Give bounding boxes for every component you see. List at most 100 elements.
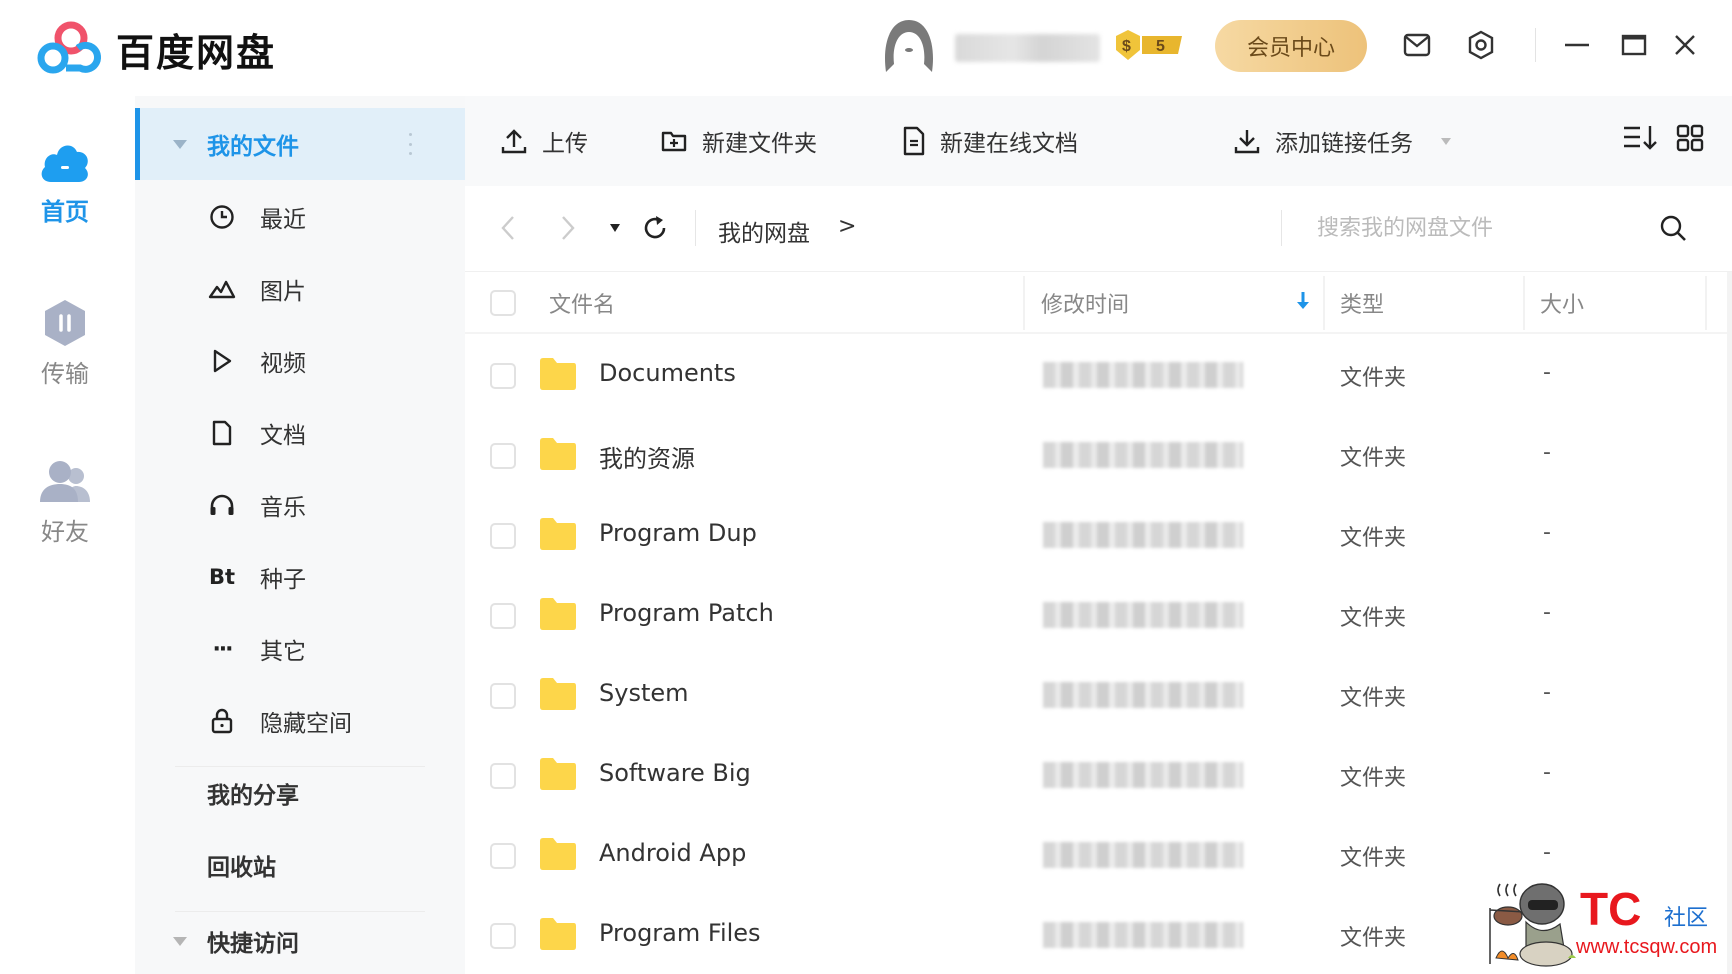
table-row[interactable]: Software Big 文件夹 - <box>465 736 1732 816</box>
column-header-name[interactable]: 文件名 <box>549 272 615 334</box>
new-online-doc-button[interactable]: 新建在线文档 <box>902 120 1078 162</box>
file-name[interactable]: Program Patch <box>599 599 774 627</box>
caret-down-icon[interactable] <box>173 936 187 946</box>
navigation-bar: 我的网盘 > <box>465 186 1732 272</box>
minimize-button[interactable] <box>1560 28 1594 62</box>
row-checkbox[interactable] <box>490 763 516 789</box>
settings-button[interactable] <box>1464 28 1498 62</box>
sidebar-item-recent[interactable]: 最近 <box>135 182 465 252</box>
file-name[interactable]: Software Big <box>599 759 751 787</box>
dropdown-arrow-icon[interactable] <box>1441 137 1451 145</box>
file-type: 文件夹 <box>1340 686 1407 711</box>
table-row[interactable]: System 文件夹 - <box>465 656 1732 736</box>
close-button[interactable] <box>1668 28 1702 62</box>
maximize-button[interactable] <box>1617 28 1651 62</box>
table-row[interactable]: Documents 文件夹 - <box>465 336 1732 416</box>
search-button[interactable] <box>1655 210 1691 246</box>
grid-view-button[interactable] <box>1670 118 1710 158</box>
image-icon <box>207 274 237 304</box>
row-checkbox[interactable] <box>490 843 516 869</box>
document-icon <box>207 418 237 448</box>
column-header-modified[interactable]: 修改时间 <box>1041 272 1129 334</box>
close-icon <box>1675 35 1695 55</box>
file-type: 文件夹 <box>1340 926 1407 951</box>
modified-time <box>1043 842 1243 868</box>
upload-button[interactable]: 上传 <box>500 120 588 162</box>
table-header: 文件名 修改时间 类型 大小 <box>465 272 1732 334</box>
refresh-icon <box>644 216 666 239</box>
sort-descending-icon[interactable] <box>1295 290 1311 312</box>
sidebar-item-my-files[interactable]: 我的文件 <box>135 108 465 180</box>
breadcrumb-my-netdisk[interactable]: 我的网盘 <box>718 214 810 248</box>
forward-button[interactable] <box>550 210 586 246</box>
nav-home-label: 首页 <box>41 198 89 226</box>
sidebar-item-my-share[interactable]: 我的分享 <box>135 758 465 828</box>
add-link-task-button[interactable]: 添加链接任务 <box>1233 120 1451 162</box>
new-folder-button[interactable]: 新建文件夹 <box>660 120 817 162</box>
sidebar-item-recycle-bin[interactable]: 回收站 <box>135 830 465 900</box>
table-row[interactable]: Program Patch 文件夹 - <box>465 576 1732 656</box>
file-name[interactable]: System <box>599 679 689 707</box>
column-header-type[interactable]: 类型 <box>1340 272 1384 334</box>
grid-view-icon <box>1676 124 1704 152</box>
modified-time <box>1043 922 1243 948</box>
nav-friends-label: 好友 <box>41 518 89 546</box>
new-folder-icon <box>661 131 687 152</box>
table-row[interactable]: Program Dup 文件夹 - <box>465 496 1732 576</box>
caret-down-icon <box>610 224 620 232</box>
column-divider[interactable] <box>1023 276 1025 330</box>
sort-button[interactable] <box>1620 118 1660 158</box>
avatar[interactable] <box>878 14 940 76</box>
sidebar: 我的文件 最近 图片 视频 文档 音乐 Bt 种子 ··· 其它 隐藏空间 我的… <box>135 96 465 974</box>
column-divider[interactable] <box>1705 276 1707 330</box>
folder-icon <box>540 358 576 390</box>
sidebar-item-torrents[interactable]: Bt 种子 <box>135 542 465 612</box>
column-divider[interactable] <box>1323 276 1325 330</box>
file-size: - <box>1543 520 1551 545</box>
file-size: - <box>1543 840 1551 865</box>
row-checkbox[interactable] <box>490 443 516 469</box>
headphones-icon <box>207 490 237 520</box>
table-row[interactable]: 我的资源 文件夹 - <box>465 416 1732 496</box>
sidebar-item-images[interactable]: 图片 <box>135 254 465 324</box>
folder-icon <box>540 518 576 550</box>
sidebar-item-quick-access[interactable]: 快捷访问 <box>135 906 465 974</box>
scrollbar[interactable] <box>1727 272 1732 974</box>
history-dropdown-button[interactable] <box>597 210 633 246</box>
file-type: 文件夹 <box>1340 446 1407 471</box>
nav-home[interactable]: 首页 <box>0 138 130 227</box>
file-name[interactable]: Android App <box>599 839 746 867</box>
search-input[interactable] <box>1317 206 1657 250</box>
nav-friends[interactable]: 好友 <box>0 458 130 547</box>
file-name[interactable]: Documents <box>599 359 736 387</box>
app-title: 百度网盘 <box>116 31 277 75</box>
mail-button[interactable] <box>1400 28 1434 62</box>
nav-transfer[interactable]: 传输 <box>0 298 130 389</box>
file-name[interactable]: Program Dup <box>599 519 757 547</box>
row-checkbox[interactable] <box>490 923 516 949</box>
sidebar-item-documents[interactable]: 文档 <box>135 398 465 468</box>
select-all-checkbox[interactable] <box>490 272 516 334</box>
svg-text:5: 5 <box>1156 38 1165 55</box>
vip-center-button[interactable]: 会员中心 <box>1215 20 1367 72</box>
sidebar-item-videos[interactable]: 视频 <box>135 326 465 396</box>
file-type: 文件夹 <box>1340 846 1407 871</box>
column-header-size[interactable]: 大小 <box>1540 272 1584 334</box>
row-checkbox[interactable] <box>490 683 516 709</box>
clock-icon <box>207 202 237 232</box>
sidebar-item-music[interactable]: 音乐 <box>135 470 465 540</box>
file-name[interactable]: 我的资源 <box>599 439 695 474</box>
column-divider[interactable] <box>1523 276 1525 330</box>
sidebar-item-label: 我的分享 <box>207 783 299 809</box>
sidebar-item-other[interactable]: ··· 其它 <box>135 614 465 684</box>
refresh-button[interactable] <box>637 210 673 246</box>
vip-level-badge[interactable]: $ 5 <box>1112 28 1186 62</box>
sidebar-item-hidden-space[interactable]: 隐藏空间 <box>135 686 465 756</box>
back-button[interactable] <box>490 210 526 246</box>
caret-down-icon[interactable] <box>173 139 187 149</box>
file-name[interactable]: Program Files <box>599 919 761 947</box>
more-options-icon[interactable] <box>409 133 413 155</box>
row-checkbox[interactable] <box>490 363 516 389</box>
row-checkbox[interactable] <box>490 603 516 629</box>
row-checkbox[interactable] <box>490 523 516 549</box>
